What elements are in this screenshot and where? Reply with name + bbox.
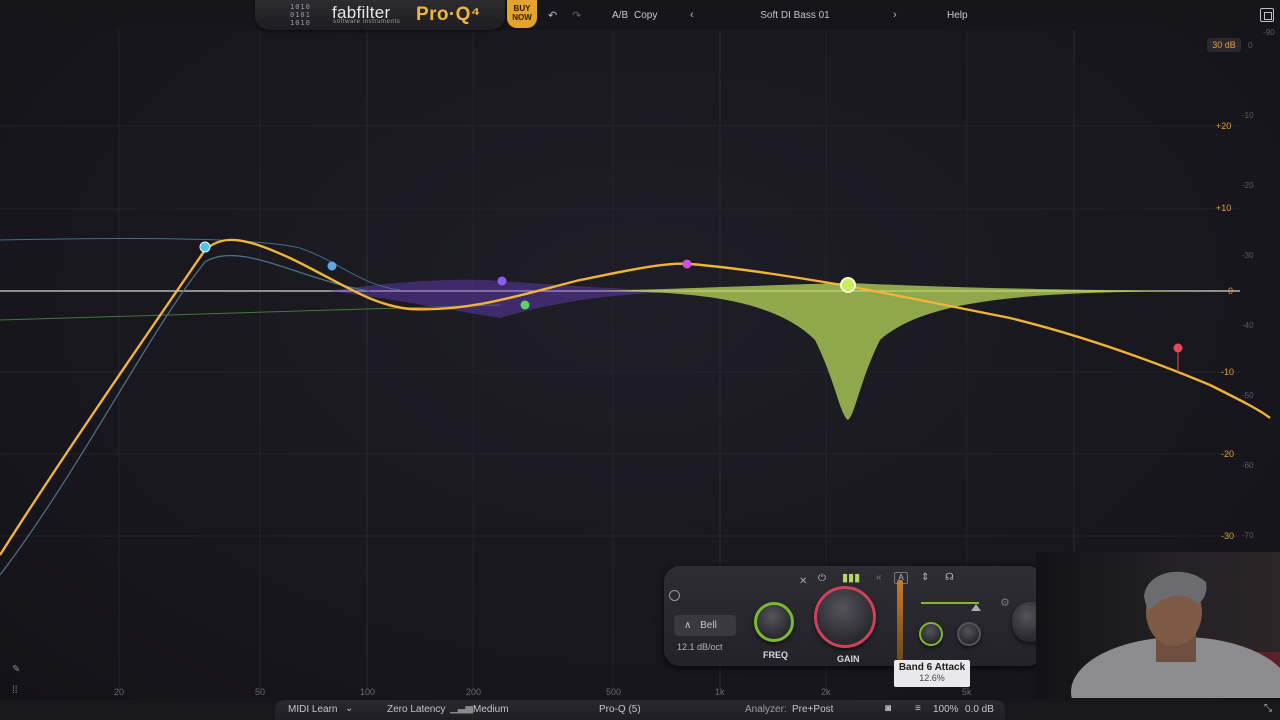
analyzer-scale-label: -70 xyxy=(1242,531,1254,540)
band-1-node[interactable] xyxy=(199,241,211,253)
presenter-silhouette xyxy=(1071,571,1280,698)
settings-gear-icon[interactable]: ⚙ xyxy=(1000,596,1010,609)
band-6-fill xyxy=(600,283,1210,420)
analyzer-scale-label: -30 xyxy=(1242,251,1254,260)
product-name: Pro·Q⁴ xyxy=(416,4,481,25)
swap-icon[interactable]: ⇕ xyxy=(921,572,929,583)
gain-scale-label: -30 xyxy=(1221,531,1235,541)
gain-scale-label: +10 xyxy=(1216,203,1232,213)
zoom-icon[interactable]: ≡ xyxy=(915,703,921,714)
preset-name[interactable]: Soft DI Bass 01 xyxy=(725,10,865,21)
dynamics-icon[interactable]: ▮▮▮ xyxy=(842,571,860,584)
band-6-node[interactable] xyxy=(840,277,856,293)
analyzer-scale-label: -60 xyxy=(1242,461,1254,470)
bell-shape-icon: ∧ xyxy=(684,620,692,631)
tooltip: Band 6 Attack 12.6% xyxy=(894,660,970,687)
slope-value[interactable]: 12.1 dB/oct xyxy=(677,642,723,652)
buy-now-button[interactable]: BUY NOW xyxy=(507,0,537,28)
close-icon[interactable]: ✕ xyxy=(799,576,807,587)
zoom-level[interactable]: 100% xyxy=(933,704,959,715)
top-bar: 1010 0101 1010 fabfilter software instrume… xyxy=(0,0,1280,30)
freq-axis-label: 100 xyxy=(360,687,376,697)
quality-bars-icon: ▁▃▅ xyxy=(450,703,474,714)
midi-learn-button[interactable]: MIDI Learn xyxy=(288,704,337,715)
band-4-curve xyxy=(0,304,501,321)
spectrum-grab-icon[interactable]: ◙ xyxy=(885,703,891,714)
band-4-node[interactable] xyxy=(520,300,530,310)
attack-knob[interactable] xyxy=(919,622,943,646)
analyzer-scale-label: -20 xyxy=(1242,181,1254,190)
band-3-fill xyxy=(330,279,700,318)
gain-scale-label: -20 xyxy=(1221,449,1235,459)
headphones-icon[interactable]: ☊ xyxy=(945,572,954,583)
pencil-icon[interactable]: ✎ xyxy=(12,664,20,675)
undo-icon[interactable]: ↶ xyxy=(548,9,557,22)
fullscreen-icon[interactable] xyxy=(1260,8,1274,22)
processing-quality[interactable]: Medium xyxy=(473,704,509,715)
band-2-node[interactable] xyxy=(327,261,337,271)
webcam-overlay xyxy=(1036,552,1280,698)
redo-icon[interactable]: ↷ xyxy=(572,9,581,22)
gain-knob-label: GAIN xyxy=(837,654,860,664)
analyzer-scale-label: -40 xyxy=(1242,321,1254,330)
midi-icon[interactable]: ⁞⁞ xyxy=(12,685,18,696)
freq-axis-label: 20 xyxy=(114,687,125,697)
freq-axis-label: 5k xyxy=(962,687,972,697)
resize-icon[interactable]: ⤡ xyxy=(1264,703,1272,714)
brand-subtitle: software instruments xyxy=(333,19,401,25)
freq-axis-label: 200 xyxy=(466,687,482,697)
band-power-icon[interactable] xyxy=(669,590,680,601)
freq-knob-label: FREQ xyxy=(763,650,789,660)
latency-mode[interactable]: Zero Latency xyxy=(387,704,445,715)
dynamic-range-meter[interactable] xyxy=(897,580,903,660)
help-menu[interactable]: Help xyxy=(947,10,968,21)
analyzer-mode[interactable]: Pre+Post xyxy=(792,704,833,715)
release-knob[interactable] xyxy=(957,622,981,646)
gain-knob[interactable] xyxy=(814,586,876,648)
freq-axis-label: 50 xyxy=(255,687,266,697)
tooltip-title: Band 6 Attack xyxy=(898,662,966,673)
gain-scale-label: 0 xyxy=(1228,286,1234,296)
buy-now-line2: NOW xyxy=(512,13,532,22)
bypass-icon[interactable]: ⏻ xyxy=(818,573,826,584)
analyzer-scale-label: -10 xyxy=(1242,111,1254,120)
ab-compare-button[interactable]: A/B xyxy=(612,10,628,21)
freq-knob[interactable] xyxy=(754,602,794,642)
fabfilter-logo-icon: 1010 0101 1010 xyxy=(290,3,311,27)
display-range-button[interactable]: 30 dB xyxy=(1207,38,1241,52)
preset-next-icon[interactable]: › xyxy=(893,9,897,21)
instance-name[interactable]: Pro-Q (5) xyxy=(599,704,641,715)
tooltip-value: 12.6% xyxy=(919,673,945,683)
filter-shape-dropdown[interactable]: ∧ Bell xyxy=(674,615,736,636)
output-gain[interactable]: 0.0 dB xyxy=(965,704,994,715)
buy-now-line1: BUY xyxy=(513,4,531,13)
copy-button[interactable]: Copy xyxy=(634,10,657,21)
band-5-node[interactable] xyxy=(682,259,692,269)
filter-shape-label: Bell xyxy=(700,620,717,631)
freq-axis-label: 500 xyxy=(606,687,622,697)
band-7-node[interactable] xyxy=(1173,343,1183,353)
eq-response-curve xyxy=(0,238,1271,556)
chevron-down-icon[interactable]: ⌄ xyxy=(345,703,353,714)
gain-scale-label: +20 xyxy=(1216,121,1232,131)
preset-prev-icon[interactable]: ‹ xyxy=(690,9,694,21)
collapse-icon[interactable]: « xyxy=(876,572,882,583)
freq-axis-label: 1k xyxy=(715,687,725,697)
freq-axis-label: 2k xyxy=(821,687,831,697)
analyzer-label: Analyzer: xyxy=(745,704,787,715)
analyzer-scale-label: -50 xyxy=(1242,391,1254,400)
band-3-node[interactable] xyxy=(497,276,507,286)
gain-scale-label: -10 xyxy=(1221,367,1235,377)
band-1-curve xyxy=(0,254,371,576)
analyzer-scale-label: 0 xyxy=(1248,41,1253,50)
threshold-handle-icon[interactable] xyxy=(971,604,981,611)
